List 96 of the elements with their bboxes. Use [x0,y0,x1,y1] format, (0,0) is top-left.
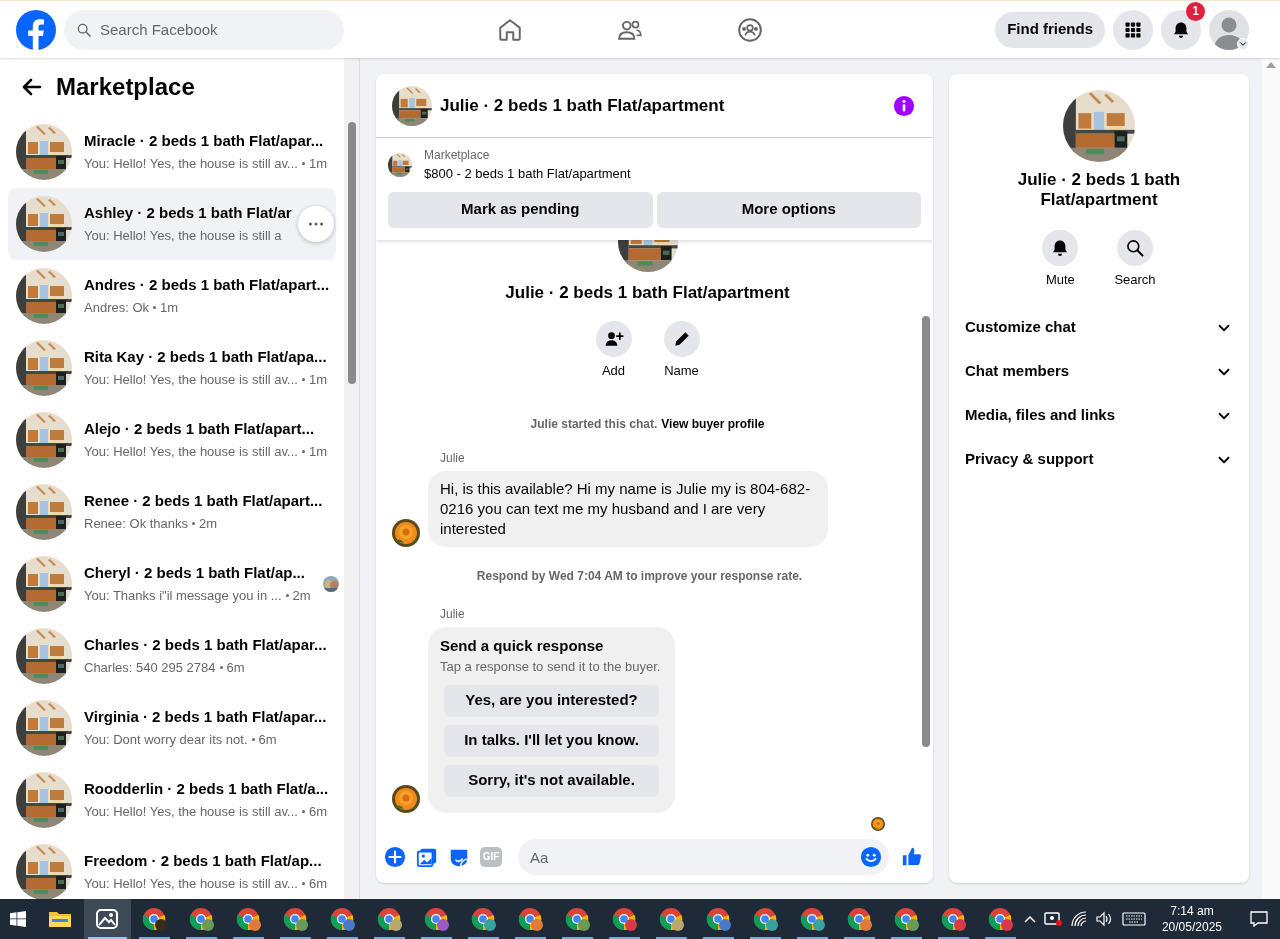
conversation-title: Rita Kay · 2 beds 1 bath Flat/apa... [84,346,327,367]
chat-title: Julie · 2 beds 1 bath Flat/apartment [440,94,725,117]
conversation-title: Roodderlin · 2 beds 1 bath Flat/a... [84,778,329,799]
quick-reply-button[interactable]: Sorry, it's not available. [444,764,659,797]
timestamp: 1m [308,370,327,389]
timestamp: 2m [199,514,218,533]
chat-intro-name: Julie · 2 beds 1 bath Flat/apartment [505,281,790,304]
message-preview: You: Hello! Yes, the house is still av... [84,874,298,893]
conversation-title: Cheryl · 2 beds 1 bath Flat/ap... [84,562,306,583]
info-button[interactable] [893,93,917,118]
photos-icon [95,907,120,931]
search-icon [1125,238,1145,258]
message-preview: Charles: 540 295 2784 [84,658,216,677]
find-friends-button[interactable]: Find friends [995,11,1105,48]
buyer-profile-link[interactable]: View buyer profile [661,414,765,433]
conversation-title: Charles · 2 beds 1 bath Flat/apar... [84,634,327,655]
section-label: Customize chat [965,317,1076,338]
scrollbar[interactable] [1262,58,1280,899]
keyboard-icon[interactable] [1121,912,1146,926]
message-preview: You: Hello! Yes, the house is still av... [84,802,298,821]
card-title: Send a quick response [440,635,605,656]
volume-icon[interactable] [1095,911,1114,927]
message-preview: Renee: Ok thanks [84,514,189,533]
home-icon [497,16,523,43]
timestamp: 1m [160,298,179,317]
meet-icon[interactable] [1043,911,1062,927]
message-preview: You: Hello! Yes, the house is still av... [84,370,298,389]
conversation-title: Alejo · 2 beds 1 bath Flat/apart... [84,418,316,439]
conversation-title: Andres · 2 beds 1 bath Flat/apart... [84,274,330,295]
listing-title: $800 - 2 beds 1 bath Flat/apartment [424,165,631,183]
groups-icon [737,16,763,43]
clock-date: 20/05/2025 [1161,919,1222,935]
nav-tab[interactable] [497,16,523,43]
section-row[interactable]: Customize chat [957,305,1241,350]
more-icon [308,222,324,226]
image-icon [416,846,438,868]
conversation-title: Virginia · 2 beds 1 bath Flat/apar... [84,706,327,727]
logo-icon[interactable] [16,9,56,50]
quick-reply-button[interactable]: Yes, are you interested? [444,684,659,717]
info-icon [893,94,915,117]
timestamp: 2m [292,586,311,605]
notification-badge: 1 [1186,1,1205,21]
chevron-up-icon[interactable] [1023,915,1036,923]
wifi-icon[interactable] [1069,911,1088,927]
section-row[interactable]: Media, files and links [957,393,1241,438]
sidebar-title: Marketplace [56,72,195,102]
windows-icon [10,911,27,927]
message-bubble: Hi, is this available? Hi my name is Julie my is 804-682-0216 you can text me my husband and I are very interested [428,470,828,547]
chat-started-note: Julie started this chat. [530,415,658,433]
message-preview: You: Hello! Yes, the house is still a [84,226,282,245]
conversation-title: Renee · 2 beds 1 bath Flat/apart... [84,490,323,511]
add-icon [384,846,406,868]
message-preview: You: Hello! Yes, the house is still av... [84,154,298,173]
scrollbar[interactable] [344,58,359,899]
message-preview: Andres: Ok [84,298,150,317]
account-button[interactable] [1209,9,1249,50]
timestamp: 6m [308,874,327,893]
message-preview: You: Hello! Yes, the house is still av... [84,442,298,461]
message-preview: You: Dont worry dear its not. [84,730,248,749]
add-button[interactable] [384,845,408,869]
search-icon [76,21,92,38]
sender-name: Julie [440,605,466,623]
section-label: Privacy & support [965,449,1094,470]
details-title: Julie · 2 beds 1 bath Flat/apartment [1016,170,1182,210]
message-preview: You: Thanks i"il message you in ... [84,586,282,605]
nav-tab[interactable] [737,16,763,43]
menu-button[interactable] [1113,9,1153,50]
conversation-title: Ashley · 2 beds 1 bath Flat/ar [84,202,292,223]
conversation-item[interactable]: Ashley · 2 beds 1 bath Flat/ar You: Hello! Yes, the house is still a [8,188,336,260]
message-field[interactable]: Aa [518,839,889,875]
listing-label: Marketplace [424,147,491,164]
avatar-icon [1209,9,1249,50]
timestamp: 1m [308,442,327,461]
emoji-icon[interactable] [860,846,882,868]
section-label: Chat members [965,361,1070,382]
timestamp: 1m [308,154,327,173]
add-person-icon [603,329,624,349]
quick-reply-button[interactable]: In talks. I'll let you know. [444,724,659,757]
timestamp: 6m [308,802,327,821]
action-button[interactable]: Mark as pending [388,191,653,228]
section-row[interactable]: Privacy & support [957,437,1241,482]
action-button[interactable]: More options [656,191,921,228]
response-notice: Respond by Wed 7:04 AM to improve your response rate. [476,567,803,585]
thumbs-up-icon [901,846,923,868]
timestamp: 6m [258,730,277,749]
section-row[interactable]: Chat members [957,349,1241,394]
clock-time: 7:14 am [1170,903,1214,919]
conversation-title: Freedom · 2 beds 1 bath Flat/ap... [84,850,323,871]
search-field[interactable]: Search Facebook [64,9,344,50]
sender-name: Julie [440,449,466,467]
conversation-title: Miracle · 2 beds 1 bath Flat/apar... [84,130,325,151]
card-subtitle: Tap a response to send it to the buyer. [440,658,662,676]
taskbar-app[interactable] [83,899,131,939]
notification-icon[interactable] [1250,910,1268,928]
timestamp: 6m [226,658,245,677]
section-label: Media, files and links [965,405,1116,426]
